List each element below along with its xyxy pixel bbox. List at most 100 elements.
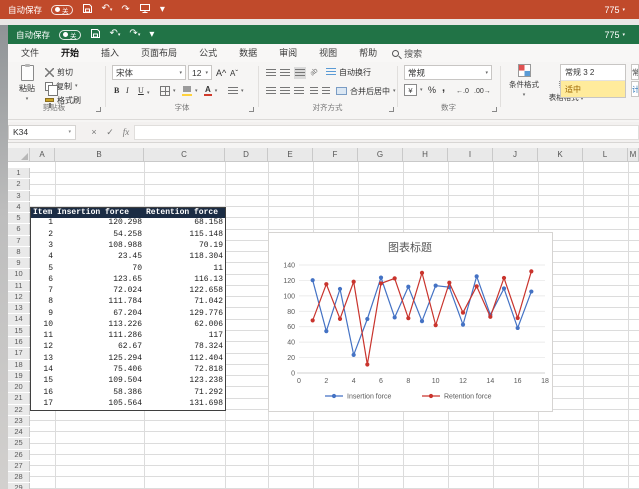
bold-button[interactable]: B xyxy=(114,84,119,96)
column-header-J[interactable]: J xyxy=(493,148,538,162)
column-header-K[interactable]: K xyxy=(538,148,583,162)
align-middle-button[interactable] xyxy=(280,67,290,79)
excel-redo-icon[interactable]: ↷▾ xyxy=(129,29,140,40)
paste-icon xyxy=(21,65,34,81)
number-format-combobox[interactable]: 常规▾ xyxy=(404,65,492,80)
align-right-button[interactable] xyxy=(294,85,304,97)
excel-quick-access-toolbar: 自动保存 关 ↶▾ ↷▾ ▾ xyxy=(8,28,154,41)
tab-insert[interactable]: 插入 xyxy=(100,43,120,64)
ppt-present-icon[interactable] xyxy=(139,3,151,16)
tab-data[interactable]: 数据 xyxy=(238,43,258,64)
shrink-font-button[interactable]: Aˇ xyxy=(230,67,238,79)
cell-style-partial-top[interactable]: 常 xyxy=(631,64,639,80)
ppt-autosave-toggle[interactable]: 关 xyxy=(51,5,73,15)
wrap-text-button[interactable]: 自动换行 xyxy=(326,66,371,78)
decrease-decimal-button[interactable]: .00→ xyxy=(474,85,491,97)
tab-help[interactable]: 帮助 xyxy=(358,43,378,64)
align-bottom-button[interactable] xyxy=(294,67,306,79)
font-name-combobox[interactable]: 宋体▾ xyxy=(112,65,186,80)
merge-center-button[interactable]: 合并后居中▾ xyxy=(336,85,396,97)
insert-function-icon[interactable]: fx xyxy=(118,127,134,137)
excel-save-icon[interactable] xyxy=(90,28,101,41)
column-header-G[interactable]: G xyxy=(358,148,403,162)
copy-icon xyxy=(45,82,53,91)
underline-dropdown-icon[interactable]: ▾ xyxy=(147,87,150,99)
table-cell[interactable]: 131.698 xyxy=(144,399,226,411)
formula-input[interactable] xyxy=(134,125,639,140)
tab-page-layout[interactable]: 页面布局 xyxy=(140,43,178,64)
align-center-icon xyxy=(280,87,290,95)
name-box[interactable]: K34▾ xyxy=(8,125,76,140)
font-size-combobox[interactable]: 12▾ xyxy=(188,65,212,80)
column-header-A[interactable]: A xyxy=(30,148,55,162)
decrease-indent-button[interactable] xyxy=(310,85,318,97)
ppt-qat-overflow-icon[interactable]: ▾ xyxy=(160,5,165,15)
fill-color-button[interactable]: ▾ xyxy=(182,85,198,97)
percent-style-button[interactable]: % xyxy=(428,84,436,96)
clipboard-group-label: 剪贴板 xyxy=(8,102,100,113)
font-color-button[interactable]: A▾ xyxy=(204,85,217,97)
ppt-redo-icon[interactable]: ↷ xyxy=(121,5,129,15)
select-all-button[interactable] xyxy=(8,148,30,162)
borders-button[interactable]: ▾ xyxy=(160,85,176,97)
font-dialog-launcher-icon[interactable] xyxy=(249,107,254,112)
conditional-formatting-button[interactable]: 条件格式 ▾ xyxy=(504,64,544,98)
ribbon-tab-row: 文件开始插入页面布局公式数据审阅视图帮助 搜索 xyxy=(8,44,639,62)
tab-formulas[interactable]: 公式 xyxy=(198,43,218,64)
orientation-button[interactable]: ab xyxy=(307,65,321,79)
excel-qat-overflow-icon[interactable]: ▾ xyxy=(149,30,154,40)
tab-file[interactable]: 文件 xyxy=(20,43,40,64)
column-header-B[interactable]: B xyxy=(55,148,144,162)
comma-style-button[interactable]: , xyxy=(442,82,445,94)
enter-icon[interactable]: ✓ xyxy=(102,127,118,138)
column-header-F[interactable]: F xyxy=(313,148,358,162)
search-button[interactable]: 搜索 xyxy=(392,47,422,60)
underline-button[interactable]: U xyxy=(138,84,144,96)
italic-button[interactable]: I xyxy=(126,84,129,96)
clipboard-dialog-launcher-icon[interactable] xyxy=(96,107,101,112)
number-dialog-launcher-icon[interactable] xyxy=(492,107,497,112)
row-29: 29 xyxy=(8,477,639,488)
ribbon: 粘贴 ▾ 剪切 复制▾ 格式刷 剪贴板 宋体▾ 12▾ A^ Aˇ B I U … xyxy=(8,62,639,120)
increase-decimal-button[interactable]: ←.0 xyxy=(456,85,469,97)
cell-style-mediocre[interactable]: 适中 xyxy=(561,81,625,97)
row-4: 4 xyxy=(8,196,639,207)
column-header-M[interactable]: M xyxy=(628,148,639,162)
excel-user-badge[interactable]: 775▾ xyxy=(604,30,625,40)
ppt-undo-icon[interactable]: ↶▾ xyxy=(102,4,113,15)
column-header-I[interactable]: I xyxy=(448,148,493,162)
table-cell[interactable]: 17 xyxy=(30,399,56,411)
row-header-29[interactable]: 29 xyxy=(8,483,30,489)
accounting-format-button[interactable]: ¥▾ xyxy=(404,84,423,96)
cancel-icon[interactable]: × xyxy=(86,127,102,137)
alignment-dialog-launcher-icon[interactable] xyxy=(389,107,394,112)
excel-titlebar: 自动保存 关 ↶▾ ↷▾ ▾ 775▾ xyxy=(8,25,639,44)
align-top-button[interactable] xyxy=(266,67,276,79)
tab-home[interactable]: 开始 xyxy=(60,43,80,64)
toggle-state: 关 xyxy=(70,30,77,40)
table-cell[interactable]: 105.564 xyxy=(55,399,145,411)
chart[interactable]: 020406080100120140024681012141618图表标题Ins… xyxy=(268,232,553,412)
column-header-D[interactable]: D xyxy=(225,148,268,162)
tab-view[interactable]: 视图 xyxy=(318,43,338,64)
search-icon xyxy=(392,50,399,57)
column-header-E[interactable]: E xyxy=(268,148,313,162)
column-header-C[interactable]: C xyxy=(144,148,225,162)
grow-font-button[interactable]: A^ xyxy=(216,67,226,79)
excel-autosave-toggle[interactable]: 关 xyxy=(59,30,81,40)
cell-style-normal[interactable]: 常规 3 2 xyxy=(561,65,625,81)
column-header-H[interactable]: H xyxy=(403,148,448,162)
ppt-save-icon[interactable] xyxy=(82,3,93,16)
increase-indent-button[interactable] xyxy=(322,85,330,97)
font-color-icon: A xyxy=(204,86,212,96)
cell-style-partial-bottom[interactable]: 计 xyxy=(631,81,639,97)
ppt-user-badge[interactable]: 775▾ xyxy=(604,5,625,15)
column-header-L[interactable]: L xyxy=(583,148,628,162)
excel-undo-icon[interactable]: ↶▾ xyxy=(110,29,121,40)
align-center-button[interactable] xyxy=(280,85,290,97)
align-left-button[interactable] xyxy=(266,85,276,97)
cut-button[interactable]: 剪切 xyxy=(45,66,73,78)
tab-review[interactable]: 审阅 xyxy=(278,43,298,64)
copy-button[interactable]: 复制▾ xyxy=(45,80,78,92)
phonetic-guide-button[interactable]: ▾ xyxy=(228,85,244,97)
